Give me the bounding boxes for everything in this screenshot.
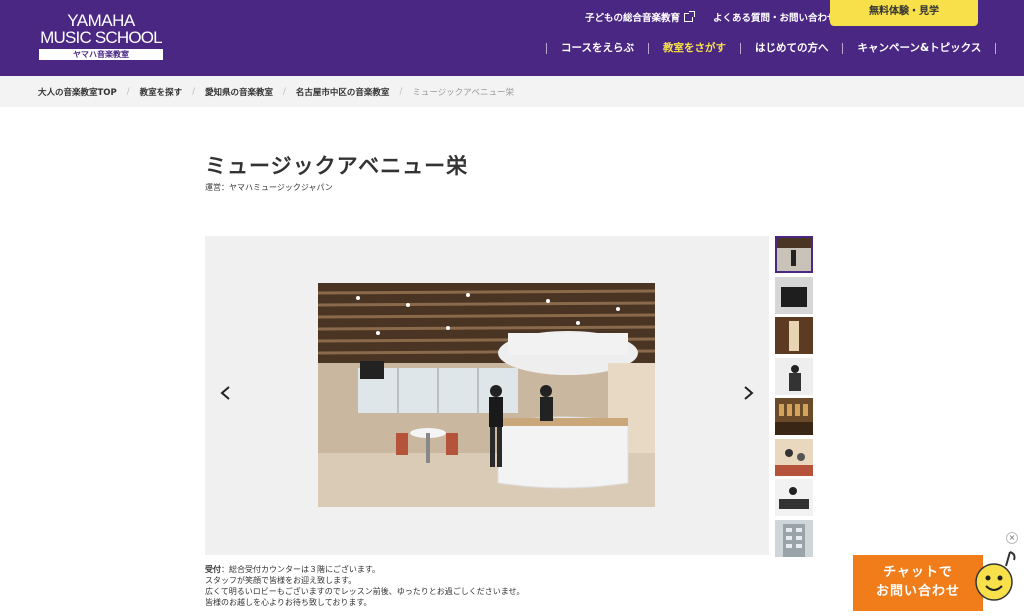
thumbnail[interactable] <box>775 317 813 354</box>
utility-links: 子どもの総合音楽教育 よくある質問・お問い合わせ <box>585 10 837 24</box>
breadcrumb: 大人の音楽教室TOP / 教室を探す / 愛知県の音楽教室 / 名古屋市中区の音… <box>0 76 1024 107</box>
operator-text: 運営：ヤマハミュージックジャパン <box>205 183 333 192</box>
external-link-icon <box>684 10 696 22</box>
description-line: 広くて明るいロビーもございますのでレッスン前後、ゆったりとお過ごしくださいませ。 <box>205 587 525 596</box>
breadcrumb-item[interactable]: 大人の音楽教室TOP <box>38 86 117 98</box>
breadcrumb-separator: / <box>399 86 403 97</box>
breadcrumb-separator: / <box>283 86 286 97</box>
site-header: YAMAHA MUSIC SCHOOL ヤマハ音楽教室 子どもの総合音楽教育 よ… <box>0 0 1024 76</box>
breadcrumb-item[interactable]: 名古屋市中区の音楽教室 <box>296 86 390 98</box>
breadcrumb-item[interactable]: 愛知県の音楽教室 <box>205 86 273 98</box>
nav-divider <box>995 43 997 54</box>
chat-label-line2: お問い合わせ <box>875 584 960 599</box>
yamaha-logo[interactable]: YAMAHA MUSIC SCHOOL ヤマハ音楽教室 <box>38 12 164 60</box>
nav-item-campaign[interactable]: キャンペーン&トピックス <box>843 42 995 55</box>
breadcrumb-separator: / <box>192 86 196 97</box>
thumbnail[interactable] <box>775 438 813 476</box>
photo-gallery <box>205 236 769 555</box>
nav-item-course[interactable]: コースをえらぶ <box>547 42 648 55</box>
description-line: ：総合受付カウンターは３階にございます。 <box>221 565 381 574</box>
reception-description: 受付：総合受付カウンターは３階にございます。 スタッフが笑顔で皆様をお迎え致しま… <box>205 564 765 608</box>
faq-contact-link[interactable]: よくある質問・お問い合わせ <box>713 10 837 24</box>
thumbnail[interactable] <box>775 357 813 395</box>
description-label: 受付 <box>205 565 221 574</box>
thumbnail[interactable] <box>775 519 813 557</box>
thumbnail[interactable] <box>775 236 813 273</box>
description-line: 皆様のお越しを心よりお待ち致しております。 <box>205 598 372 607</box>
logo-subtitle: ヤマハ音楽教室 <box>39 49 163 60</box>
breadcrumb-current: ミュージックアベニュー栄 <box>412 87 514 98</box>
thumbnail[interactable] <box>775 398 813 435</box>
chevron-left-icon[interactable] <box>219 386 233 400</box>
global-nav: コースをえらぶ 教室をさがす はじめての方へ キャンペーン&トピックス <box>546 42 997 55</box>
chevron-right-icon[interactable] <box>741 386 755 400</box>
thumbnail-strip <box>775 236 813 560</box>
chat-contact-button[interactable]: チャットで お問い合わせ <box>853 555 983 611</box>
thumbnail[interactable] <box>775 276 813 314</box>
mascot-icon <box>975 551 1016 601</box>
breadcrumb-separator: / <box>126 86 130 97</box>
breadcrumb-item[interactable]: 教室を探す <box>140 86 183 98</box>
nav-item-find-school[interactable]: 教室をさがす <box>649 42 740 55</box>
logo-line1: YAMAHA <box>67 11 135 30</box>
thumbnail[interactable] <box>775 479 813 516</box>
free-trial-button[interactable]: 無料体験・見学 <box>830 0 978 26</box>
chat-label-line1: チャットで <box>883 565 953 580</box>
close-icon[interactable]: × <box>1006 532 1018 544</box>
kids-education-link[interactable]: 子どもの総合音楽教育 <box>585 10 680 24</box>
logo-line2: MUSIC SCHOOL <box>40 28 163 47</box>
description-line: スタッフが笑顔で皆様をお迎え致します。 <box>205 576 357 585</box>
nav-item-first-time[interactable]: はじめての方へ <box>741 42 843 55</box>
page-title: ミュージックアベニュー栄 <box>205 154 469 178</box>
main-photo <box>318 283 655 507</box>
